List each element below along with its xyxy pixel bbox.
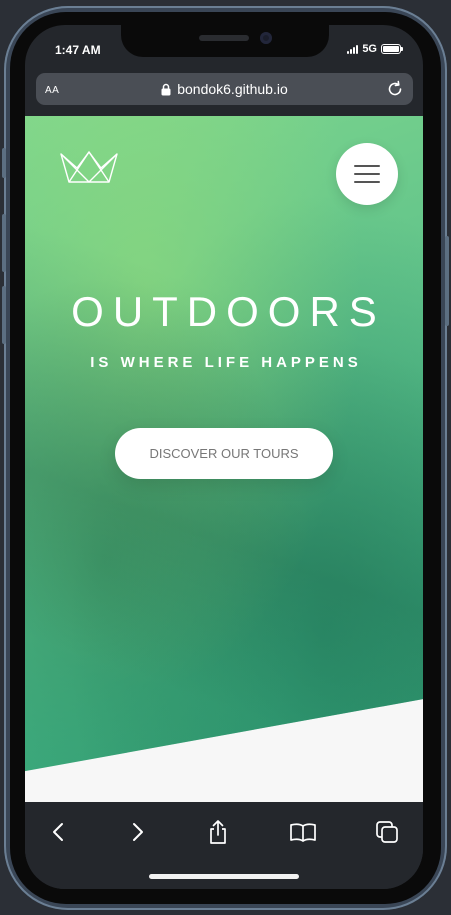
volume-up-button: [2, 214, 6, 272]
share-icon[interactable]: [204, 818, 232, 846]
front-camera: [260, 32, 272, 44]
reload-icon[interactable]: [385, 79, 405, 99]
url-text: bondok6.github.io: [177, 81, 288, 97]
silent-switch: [2, 148, 6, 178]
hero-heading: OUTDOORS: [71, 288, 386, 335]
crown-logo-icon[interactable]: [59, 150, 119, 184]
url-display[interactable]: bondok6.github.io: [161, 81, 288, 97]
network-type: 5G: [362, 43, 377, 55]
notch: [121, 25, 329, 57]
back-icon[interactable]: [45, 818, 73, 846]
hamburger-menu-icon[interactable]: [336, 143, 398, 205]
signal-bars-icon: [347, 44, 359, 54]
phone-screen: 1:47 AM 5G AA bondok6.github.io OUTDOORS…: [25, 25, 423, 889]
web-content: OUTDOORS IS WHERE LIFE HAPPENS DISCOVER …: [25, 116, 423, 802]
text-size-button[interactable]: AA: [45, 81, 59, 96]
volume-down-button: [2, 286, 6, 344]
home-indicator[interactable]: [149, 874, 299, 879]
speaker-grille: [199, 35, 249, 41]
browser-toolbar: [25, 802, 423, 889]
discover-tours-button[interactable]: DISCOVER OUR TOURS: [115, 428, 333, 479]
address-bar[interactable]: AA bondok6.github.io: [36, 73, 413, 105]
bookmarks-icon[interactable]: [289, 818, 317, 846]
forward-icon[interactable]: [123, 818, 151, 846]
status-time: 1:47 AM: [55, 43, 101, 57]
power-button: [445, 236, 449, 326]
battery-icon: [381, 44, 403, 54]
lock-icon: [161, 83, 171, 95]
status-indicators: 5G: [347, 43, 403, 55]
hero-subheading: IS WHERE LIFE HAPPENS: [90, 354, 362, 371]
tabs-icon[interactable]: [373, 818, 401, 846]
